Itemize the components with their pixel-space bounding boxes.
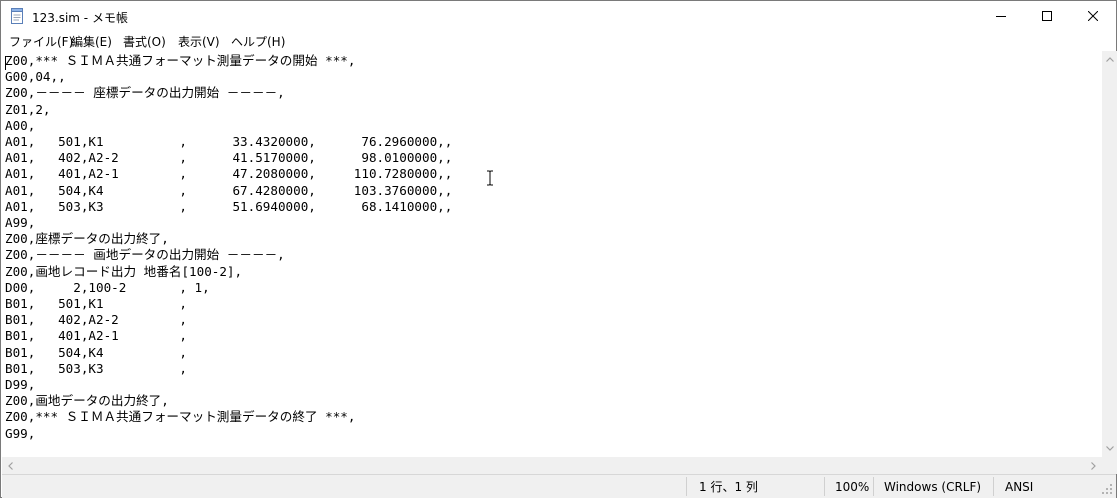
chevron-left-icon <box>8 461 13 470</box>
close-button[interactable] <box>1070 1 1116 31</box>
chevron-down-icon <box>1105 446 1114 451</box>
horizontal-scrollbar[interactable] <box>2 457 1102 474</box>
minimize-icon <box>996 16 1006 17</box>
scroll-down-button[interactable] <box>1102 440 1117 457</box>
menu-format[interactable]: 書式(O) <box>122 33 167 50</box>
window-title: 123.sim - メモ帳 <box>32 11 128 25</box>
scrollbar-corner <box>1102 457 1117 474</box>
notepad-window: 123.sim - メモ帳 ファイル(F) 編集(E) 書式(O) 表示(V) … <box>0 0 1117 498</box>
resize-grip-icon[interactable] <box>1101 483 1113 495</box>
minimize-button[interactable] <box>978 1 1024 31</box>
scroll-left-button[interactable] <box>2 457 19 474</box>
zoom-level: 100% <box>835 479 870 494</box>
encoding: ANSI <box>1005 479 1034 494</box>
maximize-button[interactable] <box>1024 1 1070 31</box>
notepad-icon <box>11 8 23 24</box>
status-divider <box>686 477 687 496</box>
text-caret <box>5 56 6 70</box>
title-bar[interactable]: 123.sim - メモ帳 <box>1 1 1116 31</box>
status-bar: 1 行、1 列 100% Windows (CRLF) ANSI <box>2 474 1116 498</box>
menu-file[interactable]: ファイル(F) <box>8 33 74 50</box>
menu-help[interactable]: ヘルプ(H) <box>230 33 286 50</box>
scroll-right-button[interactable] <box>1085 457 1102 474</box>
chevron-up-icon <box>1105 57 1114 62</box>
status-divider <box>824 477 825 496</box>
menu-view[interactable]: 表示(V) <box>177 33 221 50</box>
ibeam-cursor-icon <box>487 170 493 186</box>
text-editor[interactable]: Z00,*** ＳＩＭＡ共通フォーマット測量データの開始 ***, G00,04… <box>2 51 1102 457</box>
cursor-position: 1 行、1 列 <box>699 480 758 494</box>
menu-bar: ファイル(F) 編集(E) 書式(O) 表示(V) ヘルプ(H) <box>1 31 1116 51</box>
scroll-up-button[interactable] <box>1102 51 1117 68</box>
vertical-scrollbar[interactable] <box>1102 51 1117 457</box>
close-icon <box>1088 11 1098 21</box>
editor-content[interactable]: Z00,*** ＳＩＭＡ共通フォーマット測量データの開始 ***, G00,04… <box>5 53 452 442</box>
line-ending: Windows (CRLF) <box>884 479 982 494</box>
chevron-right-icon <box>1091 461 1096 470</box>
maximize-icon <box>1042 11 1052 21</box>
status-divider <box>873 477 874 496</box>
menu-edit[interactable]: 編集(E) <box>70 33 113 50</box>
status-divider <box>993 477 994 496</box>
